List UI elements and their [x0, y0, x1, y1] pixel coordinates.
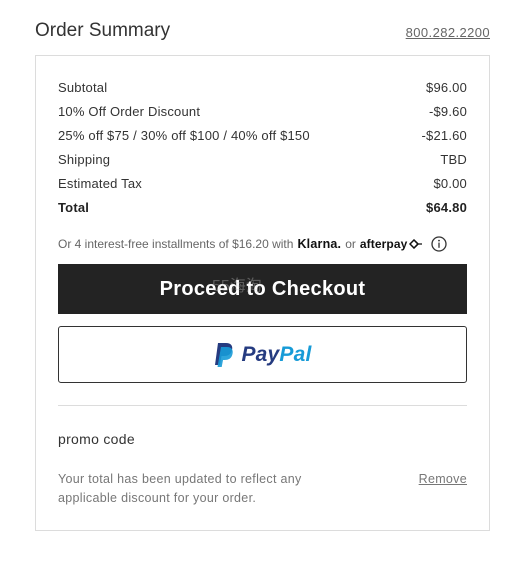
row-label: Shipping	[58, 152, 111, 167]
row-value: $0.00	[433, 176, 467, 191]
phone-link[interactable]: 800.282.2200	[406, 25, 490, 40]
paypal-button[interactable]: PayPal	[58, 326, 467, 383]
row-label: 10% Off Order Discount	[58, 104, 201, 119]
installments-text: Or 4 interest-free installments of $16.2…	[58, 237, 294, 251]
row-label: Total	[58, 200, 90, 215]
order-summary-header: Order Summary 800.282.2200	[35, 20, 490, 46]
info-circle-icon[interactable]	[431, 236, 448, 252]
paypal-pal: Pal	[279, 342, 312, 366]
row-label: Estimated Tax	[58, 176, 143, 191]
row-label: 25% off $75 / 30% off $100 / 40% off $15…	[58, 128, 310, 143]
row-label: Subtotal	[58, 80, 108, 95]
summary-row-total: Total $64.80	[58, 196, 467, 220]
promo-code-toggle[interactable]: promo code	[58, 431, 135, 447]
klarna-logo: Klarna.	[297, 237, 342, 251]
summary-rows: Subtotal $96.00 10% Off Order Discount -…	[58, 76, 467, 220]
order-summary-panel: Subtotal $96.00 10% Off Order Discount -…	[35, 55, 490, 531]
afterpay-logo: afterpay	[360, 237, 424, 251]
remove-promo-link[interactable]: Remove	[419, 472, 467, 486]
paypal-p-icon	[215, 342, 234, 367]
installments-message: Or 4 interest-free installments of $16.2…	[58, 234, 467, 254]
paypal-pay: Pay	[241, 342, 280, 366]
row-value: TBD	[440, 152, 467, 167]
proceed-to-checkout-button[interactable]: Proceed to Checkout	[58, 264, 467, 314]
page-title: Order Summary	[35, 20, 171, 41]
row-value: $64.80	[426, 200, 467, 215]
row-value: -$9.60	[428, 104, 467, 119]
installments-or: or	[345, 237, 356, 251]
summary-row-tiered-discount: 25% off $75 / 30% off $100 / 40% off $15…	[58, 124, 467, 148]
afterpay-wordmark: afterpay	[359, 237, 408, 251]
summary-row-order-discount: 10% Off Order Discount -$9.60	[58, 100, 467, 124]
row-value: $96.00	[426, 80, 467, 95]
summary-row-shipping: Shipping TBD	[58, 148, 467, 172]
divider	[58, 405, 467, 406]
row-value: -$21.60	[421, 128, 467, 143]
afterpay-arrows-icon	[409, 239, 423, 249]
summary-row-subtotal: Subtotal $96.00	[58, 76, 467, 100]
summary-row-tax: Estimated Tax $0.00	[58, 172, 467, 196]
promo-update-message: Your total has been updated to reflect a…	[58, 472, 302, 505]
paypal-wordmark: PayPal	[241, 343, 311, 367]
